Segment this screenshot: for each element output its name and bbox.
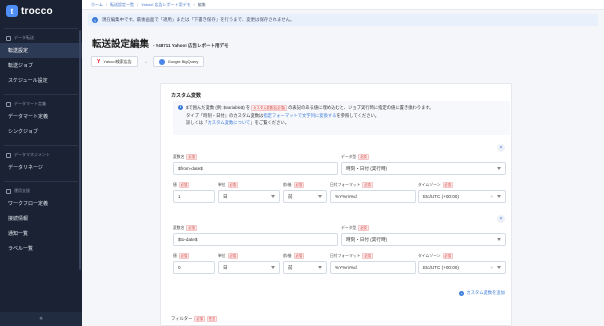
breadcrumb-config[interactable]: Yahoo! 広告レポート用デモ [141, 2, 191, 8]
source-chip: Y Yahoo!検索広告 [91, 56, 138, 67]
add-custom-variable-button[interactable]: + カスタム変数を追加 [459, 290, 505, 296]
destination-chip: Google BigQuery [152, 56, 205, 67]
plus-icon: + [459, 290, 465, 296]
clear-icon[interactable]: × [490, 265, 493, 270]
sidebar-item-labels[interactable]: ラベル一覧 [0, 241, 82, 256]
info-icon: i [92, 17, 98, 23]
page-subtitle: - #48711 Yahoo! 広告レポート用デモ [153, 43, 229, 48]
note-line: 詳しくは「 カスタム変数について 」をご覧ください。 [186, 119, 289, 127]
sidebar-item-datamart-definitions[interactable]: データマート定義 [0, 109, 82, 124]
custom-var-tag: カスタム変数名(必須) [251, 104, 288, 112]
value-input[interactable]: 1 [173, 190, 215, 203]
clear-icon[interactable]: × [490, 194, 493, 199]
datamart-icon [6, 101, 11, 107]
sidebar-section-transfer: データ転送 [0, 29, 82, 43]
sidebar-item-transfer-settings[interactable]: 転送設定 [0, 43, 82, 58]
remove-variable-button[interactable]: × [497, 215, 505, 223]
direction-select[interactable]: 前 [283, 261, 327, 274]
bigquery-icon [158, 58, 165, 65]
custom-variables-note: i $で囲んだ変数 (例: $variable$) を カスタム変数名(必須) … [173, 101, 510, 135]
sidebar-item-data-lineage[interactable]: データリネージ [0, 160, 82, 175]
data-type-label: データ型 必須 [341, 154, 369, 160]
sidebar-scrollbar[interactable] [79, 30, 81, 270]
timezone-label: タイムゾーン 必須 [418, 253, 453, 259]
sidebar-collapse-button[interactable]: « [0, 312, 82, 326]
breadcrumb-current: 編集 [197, 1, 206, 7]
note-line: i $で囲んだ変数 (例: $variable$) を カスタム変数名(必須) … [178, 104, 434, 112]
breadcrumb-transfer-list[interactable]: 転送設定一覧 [110, 2, 134, 8]
timezone-select[interactable]: Etc/UTC (+00:00) × [418, 261, 506, 274]
data-type-select[interactable]: 時刻・日付 (実行時) [341, 162, 506, 175]
direction-select[interactable]: 前 [283, 190, 327, 203]
date-format-label: 日付フォーマット 必須 [330, 182, 373, 188]
source-label: Yahoo!検索広告 [103, 58, 132, 64]
date-format-input[interactable]: %Y%m%d [330, 190, 416, 203]
timezone-label: タイムゾーン 必須 [418, 182, 453, 188]
value-input[interactable]: 0 [173, 261, 215, 274]
sidebar-item-workflow-definitions[interactable]: ワークフロー定義 [0, 196, 82, 211]
sidebar-item-notifications[interactable]: 通知一覧 [0, 226, 82, 241]
remove-variable-button[interactable]: × [497, 144, 505, 152]
breadcrumb-home[interactable]: ホーム [91, 2, 103, 8]
sidebar: t trocco データ転送 転送設定 転送ジョブ スケジュール設定 データマー… [0, 0, 82, 326]
custom-variables-help-link[interactable]: カスタム変数について [207, 119, 250, 127]
optional-tag: 任意 [206, 316, 218, 322]
sidebar-section-data-management: データマネジメント [0, 146, 82, 160]
custom-variables-title: カスタム変数 [171, 93, 202, 99]
sidebar-item-schedules[interactable]: スケジュール設定 [0, 73, 82, 88]
operations-icon [6, 188, 11, 194]
note-line: タイプ「時刻・日付」のカスタム変数は 指定フォーマットで文字列に変換する を参照… [186, 112, 380, 120]
sidebar-item-transfer-jobs[interactable]: 転送ジョブ [0, 58, 82, 73]
brand-logo[interactable]: t trocco [0, 0, 82, 22]
required-tag: 必須 [194, 316, 205, 322]
sidebar-section-datamart: データマート定義 [0, 95, 82, 109]
direction-label: 前/後 必須 [283, 182, 305, 188]
yahoo-icon: Y [97, 58, 101, 65]
page-title: 転送設定編集 [92, 39, 150, 50]
data-type-select[interactable]: 時刻・日付 (実行時) [341, 233, 506, 246]
info-icon: i [178, 105, 183, 111]
sidebar-item-sync-jobs[interactable]: シンクジョブ [0, 124, 82, 139]
trocco-logo-icon: t [6, 5, 18, 17]
timezone-select[interactable]: Etc/UTC (+00:00) × [418, 190, 506, 203]
transfer-route: Y Yahoo!検索広告 → Google BigQuery [82, 50, 604, 67]
variable-name-input[interactable]: $from-date$ [173, 162, 338, 175]
date-format-label: 日付フォーマット 必須 [330, 253, 373, 259]
data-type-label: データ型 必須 [341, 225, 369, 231]
value-label: 値必須 [173, 182, 190, 188]
edit-alert: i 現在編集中です。最後画面で「適用」または「下書き保存」を行うまで、変更は保存… [88, 14, 598, 26]
custom-variables-card: カスタム変数 i $で囲んだ変数 (例: $variable$) を カスタム変… [160, 83, 512, 326]
breadcrumb-separator: / [137, 2, 139, 7]
unit-label: 単位 必須 [218, 253, 238, 259]
breadcrumb-separator: / [193, 2, 195, 7]
sidebar-section-operations: 運用支援 [0, 182, 82, 196]
breadcrumb-separator: / [105, 2, 108, 7]
collapse-icon: « [39, 316, 43, 322]
variable-name-label: 変数名 必須 [173, 225, 197, 231]
unit-label: 単位 必須 [218, 182, 238, 188]
brand-name: trocco [21, 5, 53, 17]
unit-select[interactable]: 日 [218, 261, 280, 274]
data-management-icon [6, 152, 11, 158]
format-conversion-link[interactable]: 指定フォーマットで文字列に変換する [263, 112, 336, 120]
direction-label: 前/後 必須 [283, 253, 305, 259]
date-format-input[interactable]: %Y%m%d [330, 261, 416, 274]
value-label: 値必須 [173, 253, 190, 259]
transfer-icon [6, 35, 11, 41]
destination-label: Google BigQuery [167, 59, 199, 64]
variable-name-input[interactable]: $to-date$ [173, 233, 338, 246]
page-header: 転送設定編集 - #48711 Yahoo! 広告レポート用デモ [82, 26, 604, 50]
breadcrumb: ホーム / 転送設定一覧 / Yahoo! 広告レポート用デモ / 編集 [82, 0, 604, 10]
alert-text: 現在編集中です。最後画面で「適用」または「下書き保存」を行うまで、変更は保存され… [102, 17, 295, 22]
sidebar-item-connections[interactable]: 接続情報 [0, 211, 82, 226]
filter-section-header: フィルター 必須 任意 [171, 316, 218, 322]
arrow-right-icon: → [142, 58, 148, 65]
unit-select[interactable]: 日 [218, 190, 280, 203]
variable-name-label: 変数名 必須 [173, 154, 197, 160]
